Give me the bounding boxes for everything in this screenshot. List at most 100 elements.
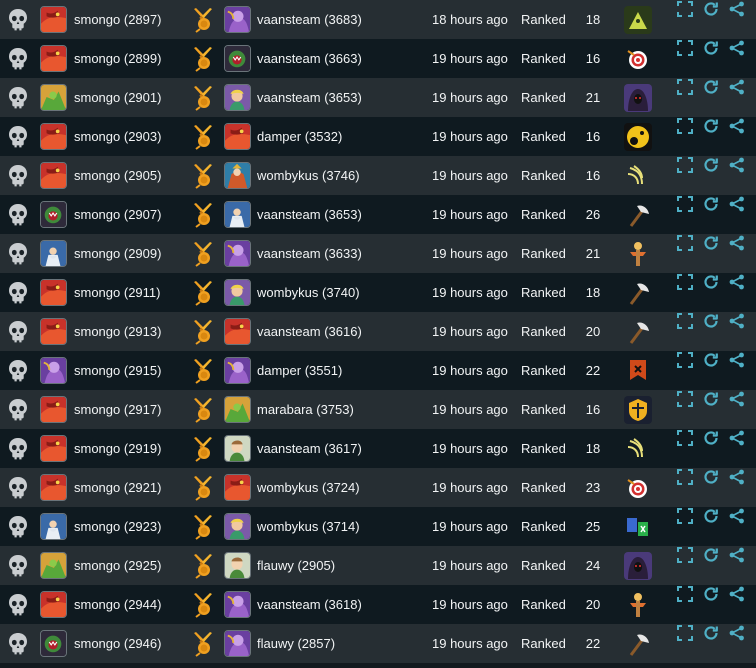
player2-avatar[interactable]: [224, 630, 251, 657]
player2-avatar[interactable]: [224, 45, 251, 72]
expand-icon[interactable]: [676, 390, 694, 408]
expand-icon[interactable]: [676, 0, 694, 18]
player2-name[interactable]: damper (3551): [257, 351, 342, 390]
player1-avatar[interactable]: [40, 552, 67, 579]
player2-name[interactable]: vaansteam (3653): [257, 78, 362, 117]
player2-avatar[interactable]: [224, 6, 251, 33]
match-row[interactable]: smongo (2897) vaansteam (3683) 18 hours …: [0, 0, 756, 39]
player1-name[interactable]: smongo (2946): [74, 624, 161, 663]
share-icon[interactable]: [728, 273, 746, 291]
player1-avatar[interactable]: [40, 357, 67, 384]
expand-icon[interactable]: [676, 429, 694, 447]
player2-name[interactable]: vaansteam (3618): [257, 585, 362, 624]
player2-avatar[interactable]: [224, 357, 251, 384]
share-icon[interactable]: [728, 39, 746, 57]
replay-icon[interactable]: [702, 0, 720, 18]
expand-icon[interactable]: [676, 234, 694, 252]
replay-icon[interactable]: [702, 624, 720, 642]
player2-name[interactable]: wombykus (3740): [257, 273, 360, 312]
match-row[interactable]: smongo (2944) vaansteam (3618) 19 hours …: [0, 585, 756, 624]
player2-name[interactable]: marabara (3753): [257, 390, 354, 429]
player2-avatar[interactable]: [224, 123, 251, 150]
player1-avatar[interactable]: [40, 630, 67, 657]
replay-icon[interactable]: [702, 156, 720, 174]
replay-icon[interactable]: [702, 546, 720, 564]
share-icon[interactable]: [728, 78, 746, 96]
player2-avatar[interactable]: [224, 162, 251, 189]
share-icon[interactable]: [728, 585, 746, 603]
match-row[interactable]: smongo (2907) vaansteam (3653) 19 hours …: [0, 195, 756, 234]
player1-name[interactable]: smongo (2897): [74, 0, 161, 39]
player1-name[interactable]: smongo (2919): [74, 429, 161, 468]
player1-name[interactable]: smongo (2907): [74, 195, 161, 234]
player1-avatar[interactable]: [40, 513, 67, 540]
player1-name[interactable]: smongo (2911): [74, 273, 160, 312]
expand-icon[interactable]: [676, 39, 694, 57]
player2-avatar[interactable]: [224, 84, 251, 111]
replay-icon[interactable]: [702, 351, 720, 369]
player1-name[interactable]: smongo (2915): [74, 351, 161, 390]
expand-icon[interactable]: [676, 78, 694, 96]
player2-name[interactable]: wombykus (3714): [257, 507, 360, 546]
replay-icon[interactable]: [702, 234, 720, 252]
player1-name[interactable]: smongo (2905): [74, 156, 161, 195]
player1-name[interactable]: smongo (2903): [74, 117, 161, 156]
share-icon[interactable]: [728, 507, 746, 525]
player2-avatar[interactable]: [224, 240, 251, 267]
expand-icon[interactable]: [676, 117, 694, 135]
replay-icon[interactable]: [702, 117, 720, 135]
share-icon[interactable]: [728, 234, 746, 252]
share-icon[interactable]: [728, 195, 746, 213]
player1-name[interactable]: smongo (2901): [74, 78, 161, 117]
replay-icon[interactable]: [702, 195, 720, 213]
player1-avatar[interactable]: [40, 435, 67, 462]
player2-avatar[interactable]: [224, 201, 251, 228]
player1-avatar[interactable]: [40, 318, 67, 345]
player2-name[interactable]: vaansteam (3683): [257, 0, 362, 39]
match-row[interactable]: smongo (2946) flauwy (2857) 19 hours ago…: [0, 624, 756, 663]
player1-name[interactable]: smongo (2944): [74, 585, 161, 624]
share-icon[interactable]: [728, 546, 746, 564]
player2-avatar[interactable]: [224, 396, 251, 423]
player2-name[interactable]: vaansteam (3617): [257, 429, 362, 468]
share-icon[interactable]: [728, 390, 746, 408]
replay-icon[interactable]: [702, 39, 720, 57]
player2-name[interactable]: flauwy (2905): [257, 546, 335, 585]
player1-avatar[interactable]: [40, 474, 67, 501]
share-icon[interactable]: [728, 468, 746, 486]
player2-name[interactable]: flauwy (2857): [257, 624, 335, 663]
replay-icon[interactable]: [702, 429, 720, 447]
expand-icon[interactable]: [676, 273, 694, 291]
replay-icon[interactable]: [702, 585, 720, 603]
player2-avatar[interactable]: [224, 513, 251, 540]
expand-icon[interactable]: [676, 624, 694, 642]
share-icon[interactable]: [728, 429, 746, 447]
player1-avatar[interactable]: [40, 6, 67, 33]
player1-name[interactable]: smongo (2899): [74, 39, 161, 78]
player1-name[interactable]: smongo (2921): [74, 468, 161, 507]
match-row[interactable]: smongo (2925) flauwy (2905) 19 hours ago…: [0, 546, 756, 585]
match-row[interactable]: smongo (2901) vaansteam (3653) 19 hours …: [0, 78, 756, 117]
player2-avatar[interactable]: [224, 318, 251, 345]
expand-icon[interactable]: [676, 585, 694, 603]
share-icon[interactable]: [728, 312, 746, 330]
player2-avatar[interactable]: [224, 591, 251, 618]
replay-icon[interactable]: [702, 390, 720, 408]
match-row[interactable]: smongo (2909) vaansteam (3633) 19 hours …: [0, 234, 756, 273]
player1-name[interactable]: smongo (2925): [74, 546, 161, 585]
share-icon[interactable]: [728, 351, 746, 369]
player1-name[interactable]: smongo (2913): [74, 312, 161, 351]
player1-avatar[interactable]: [40, 123, 67, 150]
player1-avatar[interactable]: [40, 162, 67, 189]
match-row[interactable]: smongo (2915) damper (3551) 19 hours ago…: [0, 351, 756, 390]
player1-avatar[interactable]: [40, 201, 67, 228]
player1-avatar[interactable]: [40, 84, 67, 111]
player1-avatar[interactable]: [40, 279, 67, 306]
player1-name[interactable]: smongo (2917): [74, 390, 161, 429]
match-row[interactable]: smongo (2921) wombykus (3724) 19 hours a…: [0, 468, 756, 507]
match-row[interactable]: smongo (2905) wombykus (3746) 19 hours a…: [0, 156, 756, 195]
expand-icon[interactable]: [676, 195, 694, 213]
expand-icon[interactable]: [676, 546, 694, 564]
player2-avatar[interactable]: [224, 474, 251, 501]
share-icon[interactable]: [728, 156, 746, 174]
